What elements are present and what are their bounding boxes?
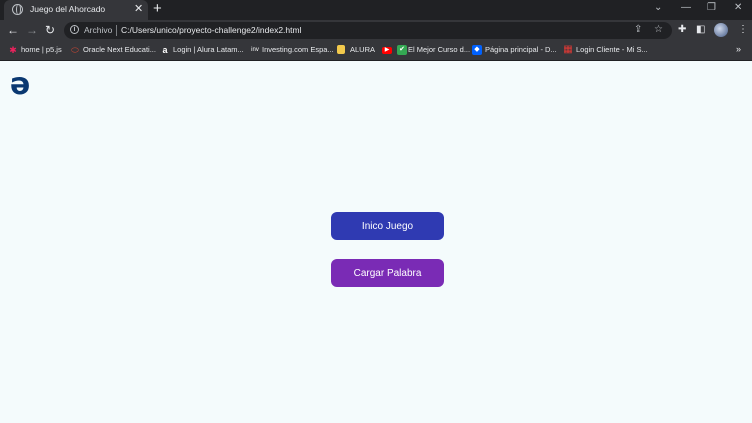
client-icon: ▦	[563, 44, 573, 55]
minimize-icon[interactable]: —	[681, 2, 691, 14]
course-icon: ✔	[397, 45, 407, 55]
close-window-icon[interactable]: ✕	[734, 2, 742, 14]
forward-icon[interactable]: →	[26, 23, 38, 37]
more-bookmarks-icon[interactable]: »	[736, 44, 741, 54]
bookmark-label: home | p5.js	[21, 45, 62, 54]
menu-icon[interactable]: ⋮	[738, 24, 748, 36]
dropbox-icon: ◆	[472, 45, 482, 55]
info-icon[interactable]: i	[70, 25, 79, 34]
bookmark-label: Login Cliente - Mi S...	[576, 45, 648, 54]
back-icon[interactable]: ←	[7, 23, 19, 37]
bookmark-label: Login | Alura Latam...	[173, 45, 244, 54]
new-tab-button[interactable]: +	[153, 1, 162, 17]
investing-icon: inv	[251, 47, 259, 53]
page-content: ə Inico Juego Cargar Palabra	[0, 61, 752, 423]
bookmark-star-icon[interactable]: ☆	[654, 24, 663, 36]
address-bar[interactable]: i Archivo C:/Users/unico/proyecto-challe…	[64, 22, 672, 39]
alura-logo: ə	[10, 67, 31, 102]
p5-icon: ✱	[9, 45, 17, 55]
profile-avatar[interactable]	[714, 23, 728, 37]
bookmark-label: Investing.com Espa...	[262, 45, 334, 54]
browser-tab[interactable]: Juego del Ahorcado ✕	[4, 0, 148, 20]
browser-toolbar: ← → ↻ i Archivo C:/Users/unico/proyecto-…	[0, 20, 752, 41]
tab-title: Juego del Ahorcado	[30, 4, 106, 14]
oracle-icon: ⬭	[71, 45, 79, 55]
browser-tab-strip: Juego del Ahorcado ✕ + ⌄ — ❐ ✕	[0, 0, 752, 20]
start-game-button[interactable]: Inico Juego	[331, 212, 444, 240]
url-text[interactable]: C:/Users/unico/proyecto-challenge2/index…	[121, 25, 301, 35]
close-tab-icon[interactable]: ✕	[134, 3, 143, 15]
address-divider	[116, 25, 117, 36]
bookmark-label: ALURA	[350, 45, 376, 54]
bookmark-label: El Mejor Curso d...	[408, 45, 471, 54]
youtube-icon: ▶	[382, 47, 392, 54]
scheme-label: Archivo	[84, 25, 113, 35]
alura-icon: a	[162, 45, 168, 55]
bookmark-label: Página principal - D...	[485, 45, 557, 54]
reload-icon[interactable]: ↻	[45, 23, 55, 37]
bookmarks-bar: ✱ home | p5.js ⬭ Oracle Next Educati... …	[0, 41, 752, 61]
share-icon[interactable]: ⇪	[634, 24, 642, 36]
extensions-icon[interactable]: ✚	[678, 24, 686, 36]
load-word-button[interactable]: Cargar Palabra	[331, 259, 444, 287]
globe-icon	[12, 4, 23, 15]
bookmark-label: Oracle Next Educati...	[83, 45, 156, 54]
side-panel-icon[interactable]: ◧	[696, 24, 705, 36]
tab-search-icon[interactable]: ⌄	[654, 2, 662, 14]
restore-icon[interactable]: ❐	[707, 2, 716, 14]
folder-icon	[337, 45, 345, 54]
